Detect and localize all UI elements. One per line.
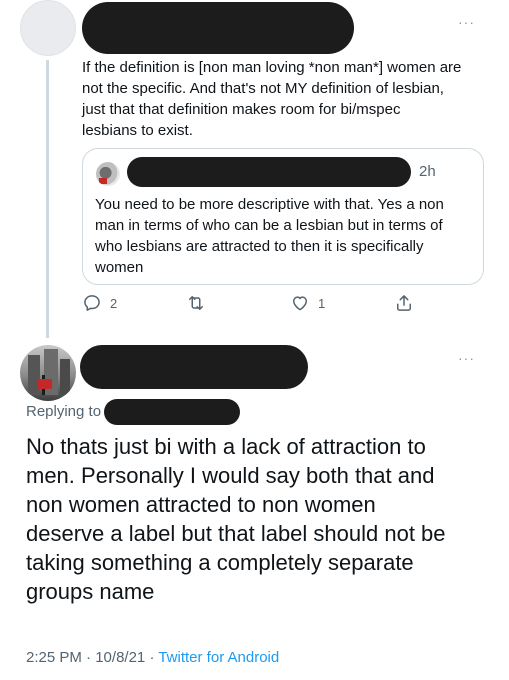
retweet-button[interactable] [186,293,214,313]
more-options-icon[interactable]: ··· [458,350,475,366]
like-button[interactable]: 1 [290,293,325,313]
redacted-username [82,2,354,54]
like-count: 1 [318,295,326,311]
replying-to-label: Replying to [26,403,102,420]
meta-separator: · [86,649,92,666]
redacted-quoted-username [127,157,411,187]
user-avatar[interactable] [20,0,76,56]
redacted-reply-username [80,345,308,389]
share-button[interactable] [394,293,414,313]
tweet-date: 10/8/21 [95,649,146,666]
quoted-tweet-text: You need to be more descriptive with tha… [95,196,444,276]
more-options-icon[interactable]: ··· [458,14,475,30]
quoted-tweet-time: 2h [419,163,436,180]
heart-icon [293,296,307,311]
tweet-source-link[interactable]: Twitter for Android [158,649,279,666]
reply-icon [84,295,100,311]
share-icon [397,295,411,311]
tweet-metadata: 2:25 PM · 10/8/21 · Twitter for Android [26,649,279,666]
reply-tweet-text: No thats just bi with a lack of attracti… [26,434,446,604]
tweet-action-bar: 2 1 [82,293,422,317]
quoted-tweet-card[interactable]: 2h You need to be more descriptive with … [82,148,484,285]
retweet-icon [189,296,203,310]
tweet-time: 2:25 PM [26,649,82,666]
reply-count: 2 [110,295,118,311]
thread-connector-line [46,60,49,338]
redacted-replying-to-handle[interactable] [104,399,240,425]
meta-separator: · [149,649,155,666]
reply-button[interactable]: 2 [82,293,117,313]
quoted-user-avatar [96,162,120,186]
tweet-text: If the definition is [non man loving *no… [82,59,462,139]
reply-user-avatar[interactable] [20,345,76,401]
